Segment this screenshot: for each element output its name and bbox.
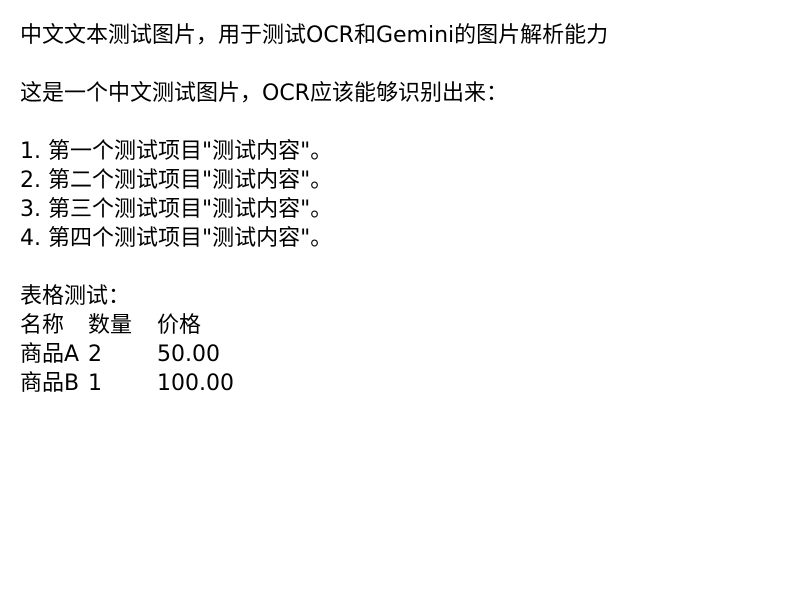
document-subtitle: 这是一个中文测试图片，OCR应该能够识别出来： xyxy=(20,81,508,106)
list-item: 4. 第四个测试项目"测试内容"。 xyxy=(20,226,333,251)
table-header-name: 名称 xyxy=(20,313,65,338)
document-body: 中文文本测试图片，用于测试OCR和Gemini的图片解析能力 这是一个中文测试图… xyxy=(20,21,780,398)
list-item: 1. 第一个测试项目"测试内容"。 xyxy=(20,139,333,164)
document-title: 中文文本测试图片，用于测试OCR和Gemini的图片解析能力 xyxy=(20,23,609,48)
table-cell-quantity: 2 xyxy=(88,342,102,367)
table-cell-name: 商品B xyxy=(20,371,80,396)
list-item: 2. 第二个测试项目"测试内容"。 xyxy=(20,168,333,193)
table-cell-price: 50.00 xyxy=(157,342,220,367)
list-item: 3. 第三个测试项目"测试内容"。 xyxy=(20,197,333,222)
table-row: 商品B 1 100.00 xyxy=(20,369,780,398)
table-header-quantity: 数量 xyxy=(88,313,133,338)
table-row: 商品A 2 50.00 xyxy=(20,340,780,369)
table-header-row: 名称 数量 价格 xyxy=(20,311,780,340)
table-cell-quantity: 1 xyxy=(88,371,102,396)
table-cell-name: 商品A xyxy=(20,342,80,367)
table-title: 表格测试： xyxy=(20,284,131,309)
table-cell-price: 100.00 xyxy=(157,371,234,396)
table-header-price: 价格 xyxy=(157,313,202,338)
